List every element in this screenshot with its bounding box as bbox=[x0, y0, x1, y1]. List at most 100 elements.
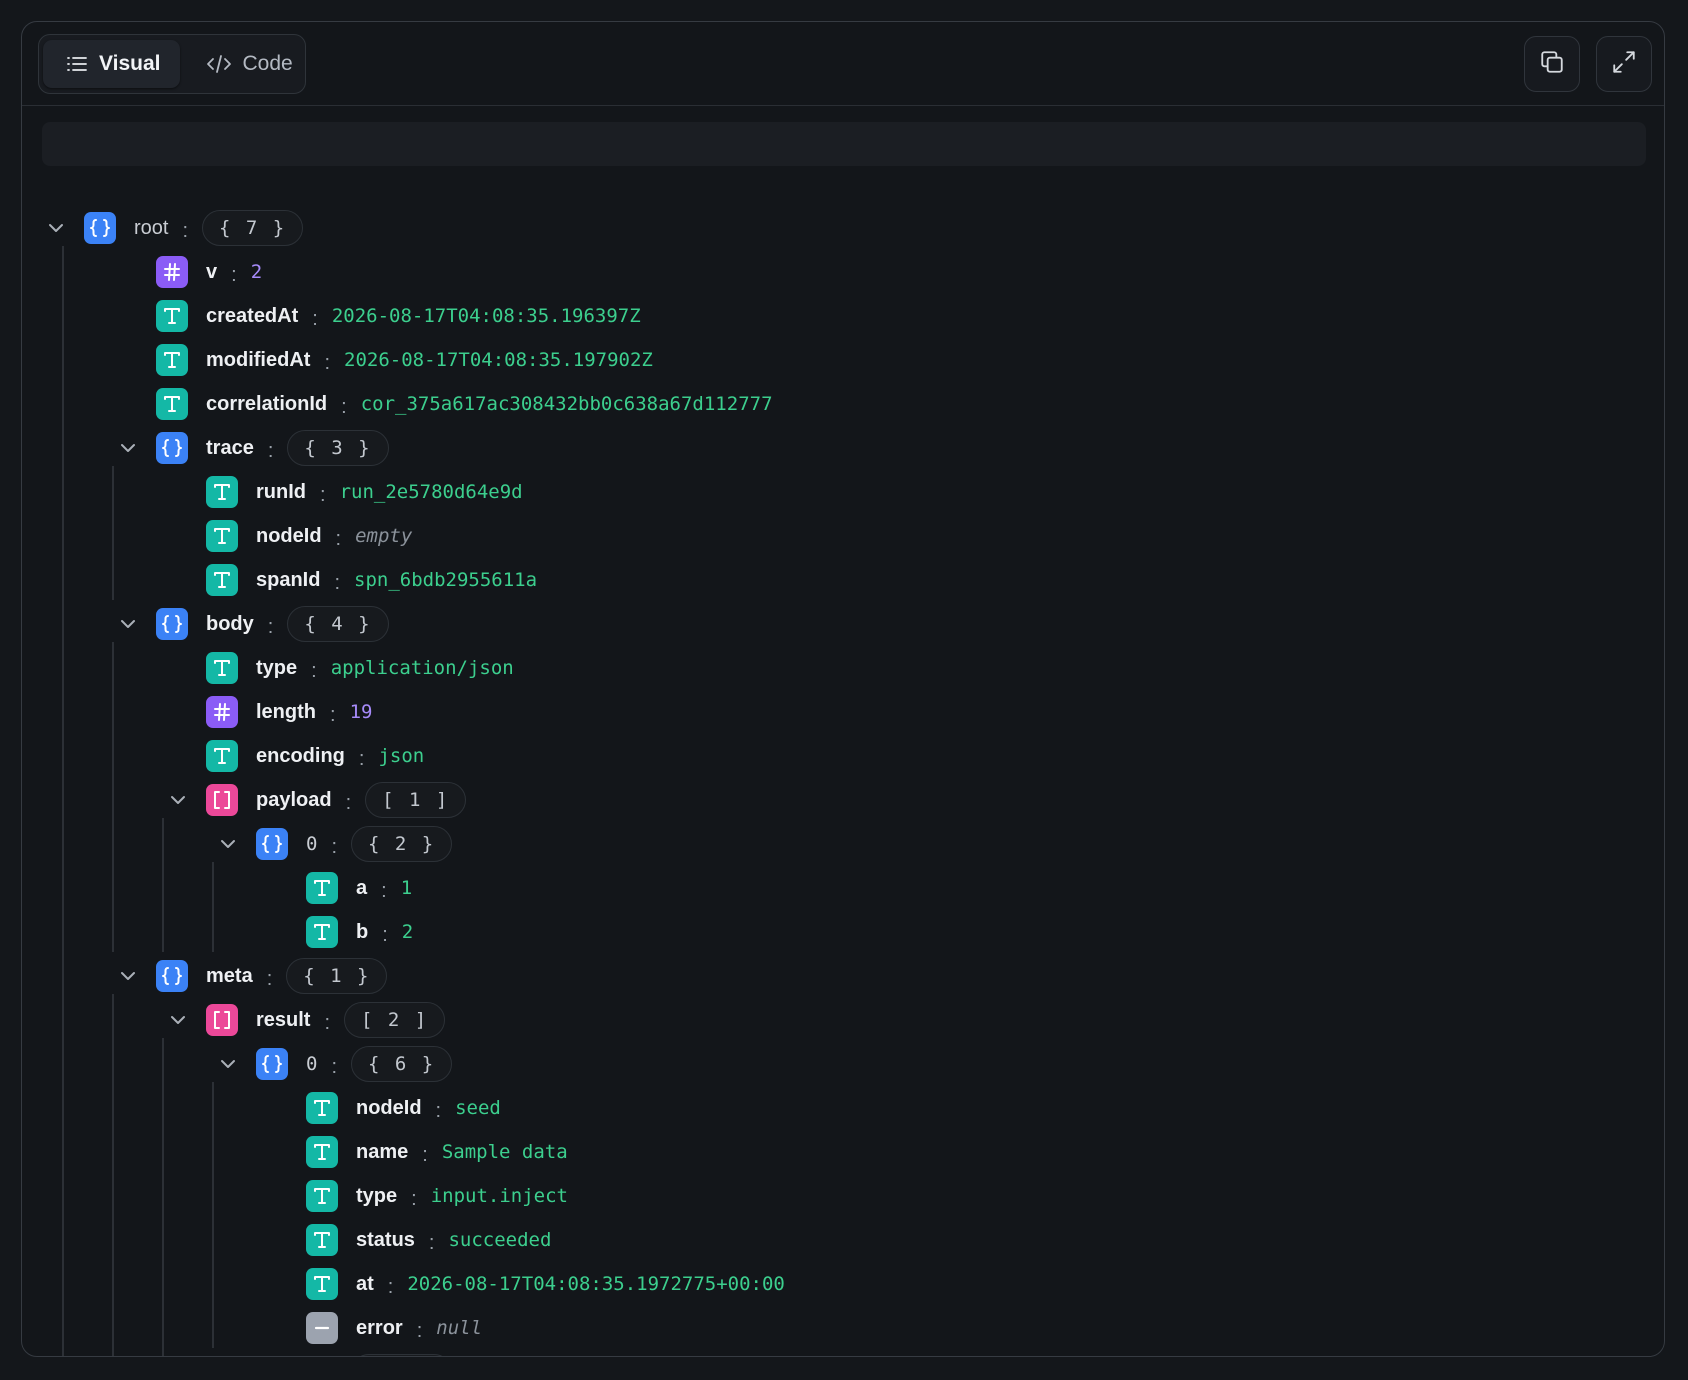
chevron-down-icon[interactable] bbox=[42, 214, 70, 242]
tree-row[interactable]: 0: { 2 } bbox=[214, 822, 453, 866]
json-viewer-panel: Visual Code root: {7} v: 2 createdAt… bbox=[21, 21, 1665, 1357]
tree-value: spn_6bdb2955611a bbox=[354, 569, 538, 591]
key-separator: : bbox=[422, 1143, 428, 1166]
tree-row[interactable]: nodeId: empty bbox=[206, 514, 412, 558]
tree-row[interactable]: 1:{ 6 } bbox=[214, 1350, 453, 1357]
key-separator: : bbox=[381, 879, 387, 902]
key-separator: : bbox=[358, 747, 365, 770]
tree-row[interactable]: result: [ 2 ] bbox=[164, 998, 446, 1042]
tree-guide-line bbox=[162, 818, 164, 952]
tree-row[interactable]: nodeId: seed bbox=[306, 1086, 501, 1130]
tree-guide-line bbox=[112, 994, 114, 1356]
tree-key: length bbox=[256, 700, 316, 723]
tree-row[interactable]: b:2 bbox=[306, 910, 413, 954]
tree-row[interactable]: trace: { 3 } bbox=[114, 426, 389, 470]
list-icon bbox=[65, 52, 89, 76]
key-separator: : bbox=[311, 659, 317, 682]
key-separator: : bbox=[341, 395, 347, 418]
text-type-icon bbox=[206, 740, 238, 772]
text-type-icon bbox=[306, 1136, 338, 1168]
tree-row[interactable]: root: { 7 } bbox=[42, 206, 304, 250]
tree-row[interactable]: runId: run_2e5780d64e9d bbox=[206, 470, 523, 514]
tree-value: json bbox=[378, 745, 425, 767]
tree-key: spanId bbox=[256, 568, 321, 591]
tree-row[interactable]: meta: { 1 } bbox=[114, 954, 388, 998]
key-separator: : bbox=[411, 1187, 417, 1210]
tree-value: 1 bbox=[400, 877, 413, 899]
tree-value: null bbox=[436, 1317, 483, 1339]
text-type-icon bbox=[206, 564, 238, 596]
brackets-icon bbox=[206, 1004, 238, 1036]
key-separator: : bbox=[266, 967, 273, 990]
child-count-badge: { 3 } bbox=[287, 430, 389, 466]
key-separator: : bbox=[231, 263, 237, 286]
hash-icon bbox=[156, 256, 188, 288]
copy-icon bbox=[1539, 49, 1565, 80]
tree-key: payload bbox=[256, 788, 332, 811]
text-type-icon bbox=[156, 300, 188, 332]
tree-value: 2 bbox=[250, 261, 263, 283]
tree-row[interactable]: payload: [ 1 ] bbox=[164, 778, 467, 822]
tree-row[interactable]: encoding: json bbox=[206, 734, 424, 778]
chevron-down-icon[interactable] bbox=[114, 962, 142, 990]
key-separator: : bbox=[182, 219, 189, 242]
tree-row[interactable]: v:2 bbox=[156, 250, 262, 294]
tree-guide-line bbox=[62, 246, 64, 1356]
tree-value: application/json bbox=[330, 657, 514, 679]
child-count-badge: [ 2 ] bbox=[344, 1002, 446, 1038]
tree-row[interactable]: a:1 bbox=[306, 866, 412, 910]
key-separator: : bbox=[334, 571, 341, 594]
tree-row[interactable]: error: null bbox=[306, 1306, 482, 1350]
copy-button[interactable] bbox=[1524, 36, 1580, 92]
child-count-badge: { 1 } bbox=[286, 958, 388, 994]
tree-row[interactable]: status: succeeded bbox=[306, 1218, 551, 1262]
text-type-icon bbox=[306, 1092, 338, 1124]
child-count-badge: { 6 } bbox=[351, 1354, 453, 1356]
expand-button[interactable] bbox=[1596, 36, 1652, 92]
text-type-icon bbox=[306, 1268, 338, 1300]
chevron-down-icon[interactable] bbox=[114, 434, 142, 462]
key-separator: : bbox=[312, 307, 318, 330]
tree-row[interactable]: createdAt:2026-08-17T04:08:35.196397Z bbox=[156, 294, 641, 338]
tree-row[interactable]: modifiedAt:2026-08-17T04:08:35.197902Z bbox=[156, 338, 653, 382]
tree-row[interactable]: length:19 bbox=[206, 690, 372, 734]
child-count-badge: { 2 } bbox=[351, 826, 453, 862]
tree-key: status bbox=[356, 1228, 415, 1251]
tree-guide-line bbox=[212, 862, 214, 952]
tree-key: type bbox=[256, 656, 298, 679]
key-separator: : bbox=[435, 1099, 442, 1122]
tree-value: 2026-08-17T04:08:35.197902Z bbox=[344, 349, 653, 371]
tree-value: Sample data bbox=[441, 1141, 568, 1163]
text-type-icon bbox=[156, 388, 188, 420]
tree-key: createdAt bbox=[206, 304, 299, 327]
tree-key: nodeId bbox=[256, 524, 322, 547]
text-type-icon bbox=[206, 652, 238, 684]
tree-row[interactable]: body: { 4 } bbox=[114, 602, 389, 646]
chevron-down-icon[interactable] bbox=[214, 1050, 242, 1078]
braces-icon bbox=[156, 432, 188, 464]
tree-key: 0 bbox=[306, 833, 318, 855]
brackets-icon bbox=[206, 784, 238, 816]
tree-key: modifiedAt bbox=[206, 348, 311, 371]
tree-key: v bbox=[206, 260, 218, 283]
key-separator: : bbox=[267, 615, 274, 638]
tab-code[interactable]: Code bbox=[184, 40, 312, 88]
chevron-down-icon[interactable] bbox=[164, 786, 192, 814]
key-separator: : bbox=[331, 835, 338, 858]
chevron-down-icon[interactable] bbox=[164, 1006, 192, 1034]
tree-row[interactable]: type: input.inject bbox=[306, 1174, 568, 1218]
tab-visual[interactable]: Visual bbox=[43, 40, 181, 88]
tree-key: meta bbox=[206, 964, 253, 987]
tree-key: name bbox=[356, 1140, 409, 1163]
tree-value: 19 bbox=[349, 701, 373, 723]
tree-row[interactable]: type: application/json bbox=[206, 646, 514, 690]
tree-row[interactable]: spanId: spn_6bdb2955611a bbox=[206, 558, 537, 602]
tree-row[interactable]: name: Sample data bbox=[306, 1130, 568, 1174]
tree-row[interactable]: at:2026-08-17T04:08:35.1972775+00:00 bbox=[306, 1262, 785, 1306]
chevron-down-icon[interactable] bbox=[114, 610, 142, 638]
braces-icon bbox=[156, 608, 188, 640]
tree-row[interactable]: correlationId: cor_375a617ac308432bb0c638… bbox=[156, 382, 773, 426]
braces-icon bbox=[256, 1356, 288, 1357]
tree-row[interactable]: 0: { 6 } bbox=[214, 1042, 453, 1086]
chevron-down-icon[interactable] bbox=[214, 830, 242, 858]
